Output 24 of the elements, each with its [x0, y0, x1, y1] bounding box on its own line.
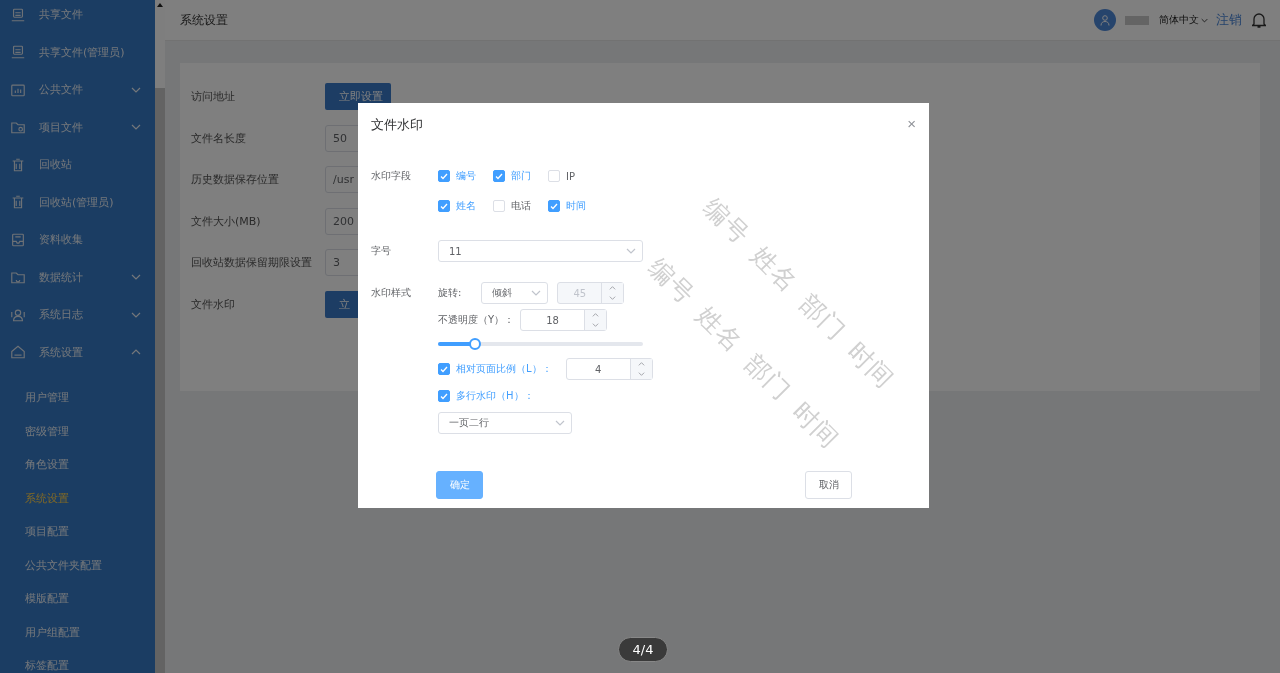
page-counter: 4/4 — [632, 642, 654, 657]
page-title: 系统设置 — [180, 11, 229, 29]
dialog-title: 文件水印 — [371, 116, 423, 134]
sidebar-item-label: 共享文件(管理员) — [39, 44, 126, 60]
sidebar-item-label: 回收站(管理员) — [39, 194, 115, 210]
sidebar-item-label: 共享文件 — [39, 7, 84, 23]
field-label: 水印字段 — [371, 169, 412, 183]
setting-label: 历史数据保存位置 — [191, 172, 280, 188]
setting-label: 文件大小(MB) — [191, 213, 262, 229]
setting-label: 访问地址 — [191, 89, 236, 105]
sidebar-item-label: 公共文件 — [39, 82, 84, 98]
sidebar-item-label: 数据统计 — [39, 269, 84, 285]
setting-label: 文件水印 — [191, 296, 236, 312]
field-label: 字号 — [371, 244, 392, 258]
opacity-label: 不透明度（Y）： — [438, 313, 515, 327]
rotation-label: 旋转: — [438, 286, 462, 300]
sidebar-item-label: 系统日志 — [39, 307, 84, 323]
setting-label: 回收站数据保留期限设置 — [191, 255, 313, 271]
setting-label: 文件名长度 — [191, 130, 247, 146]
sidebar-item-label: 项目文件 — [39, 119, 84, 135]
sidebar-item-label: 系统设置 — [39, 344, 84, 360]
sidebar-item-label: 资料收集 — [39, 232, 84, 248]
sidebar-item-label: 回收站 — [39, 157, 73, 173]
field-label: 水印样式 — [371, 286, 412, 300]
